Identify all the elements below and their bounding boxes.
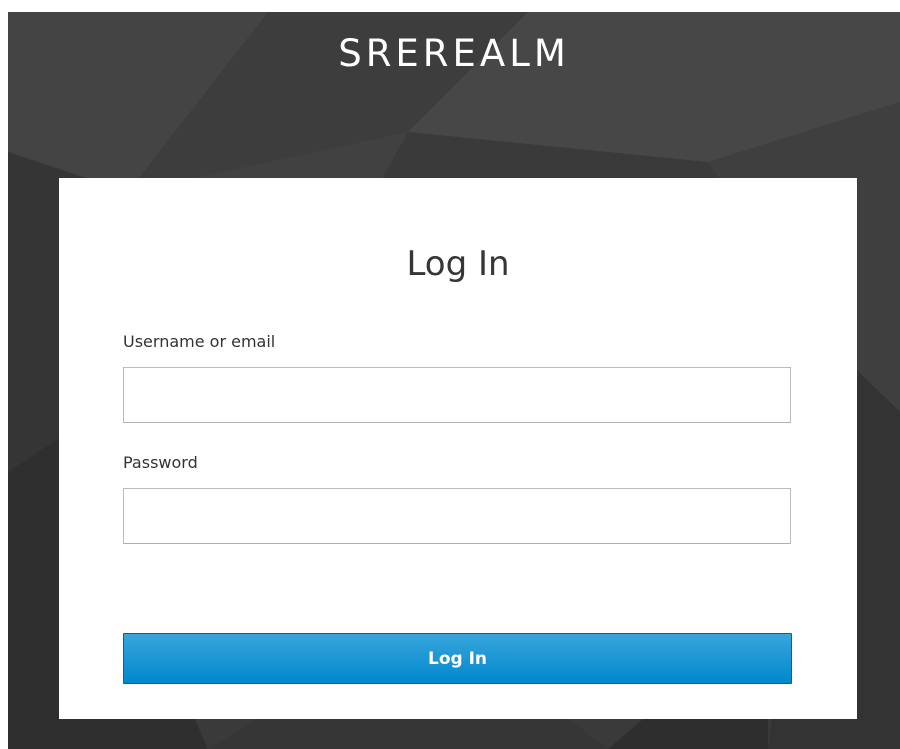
- login-background: SREREALM Log In Username or email Passwo…: [8, 12, 900, 749]
- login-button[interactable]: Log In: [123, 633, 792, 684]
- realm-title: SREREALM: [338, 32, 570, 75]
- password-label: Password: [123, 453, 198, 472]
- login-card: Log In Username or email Password Log In: [59, 178, 857, 719]
- username-label: Username or email: [123, 332, 276, 351]
- login-heading: Log In: [406, 244, 510, 284]
- password-input[interactable]: [123, 488, 791, 544]
- username-input[interactable]: [123, 367, 791, 423]
